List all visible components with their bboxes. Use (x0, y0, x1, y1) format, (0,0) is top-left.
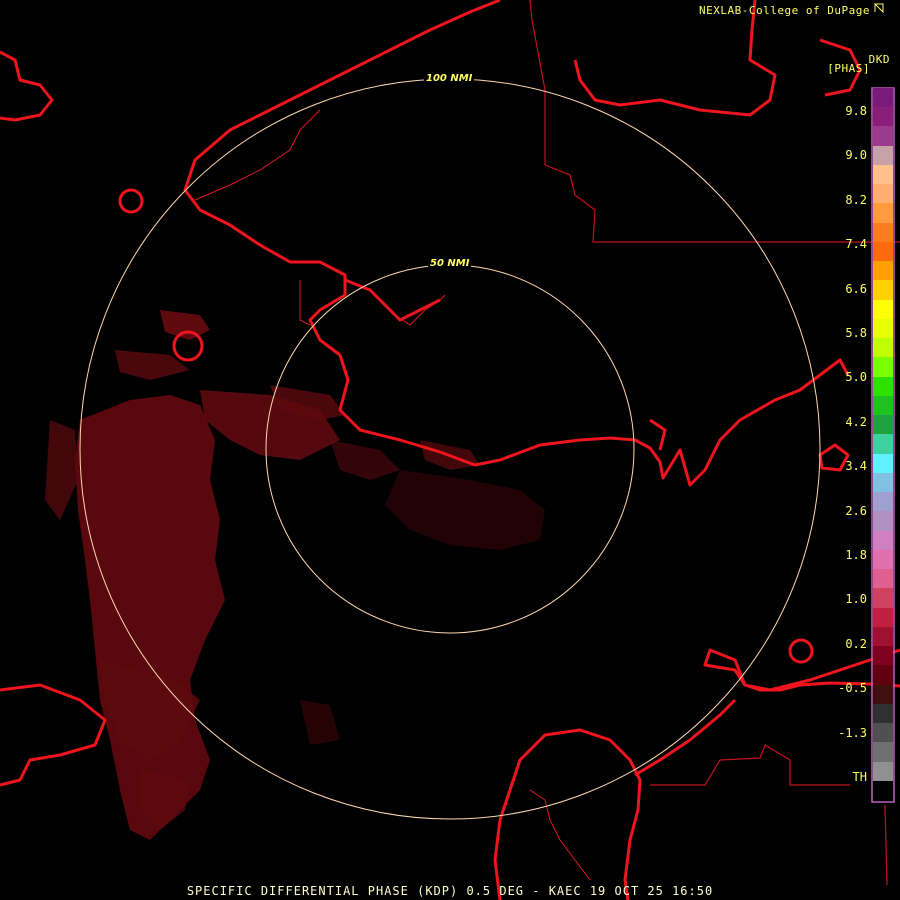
legend-tick-label: 4.2 (845, 414, 867, 429)
legend-tick-label: 6.6 (845, 281, 867, 296)
range-ring-label-50: 50 NMI (428, 258, 472, 269)
legend-tick-label: 0.2 (845, 636, 867, 651)
legend-swatch (873, 376, 893, 397)
legend-swatch (873, 453, 893, 474)
legend-tick-label: TH (852, 770, 867, 784)
legend-tick-label: 9.8 (845, 104, 867, 118)
legend-swatch (873, 357, 893, 378)
legend-swatch (873, 569, 893, 589)
legend-tick-label: 5.8 (845, 326, 867, 340)
legend-tick-label: 3.4 (845, 459, 867, 474)
legend-swatch (873, 761, 893, 782)
legend-tick-label: 7.4 (845, 237, 867, 252)
legend-swatch (873, 241, 893, 262)
legend-swatch (873, 299, 893, 320)
legend-swatch (873, 472, 893, 493)
legend-swatch (873, 626, 893, 647)
legend-swatch (873, 415, 893, 435)
radar-map (0, 0, 900, 900)
legend-tick-label: -1.3 (838, 725, 867, 740)
legend-tick-label: 1.0 (845, 592, 867, 607)
legend-swatch (873, 607, 893, 628)
legend-swatch (873, 145, 893, 166)
legend-swatch (873, 511, 893, 532)
legend-swatch (873, 530, 893, 551)
legend-swatch (873, 203, 893, 224)
legend-swatch (873, 588, 893, 609)
legend-swatch (873, 88, 893, 108)
legend-tick-label: 2.6 (845, 503, 867, 518)
color-legend (873, 88, 893, 801)
legend-swatch (873, 646, 893, 666)
legend-swatch (873, 280, 893, 301)
legend-swatch (873, 338, 893, 358)
legend-tick-label: -0.5 (838, 681, 867, 696)
legend-swatch (873, 549, 893, 570)
legend-tick-label: 9.0 (845, 148, 867, 163)
legend-swatch (873, 703, 893, 724)
units-label: [PHAS] (827, 62, 870, 75)
legend-swatch (873, 222, 893, 243)
product-code: DKD (868, 53, 890, 66)
legend-swatch (873, 184, 893, 204)
legend-swatch (873, 665, 893, 686)
legend-swatch (873, 395, 893, 416)
credit-label: NEXLAB-College of DuPage (699, 4, 870, 17)
legend-swatch (873, 434, 893, 455)
legend-tick-label: 8.2 (845, 192, 867, 207)
legend-swatch (873, 780, 893, 801)
legend-swatch (873, 492, 893, 512)
legend-swatch (873, 126, 893, 147)
legend-swatch (873, 164, 893, 185)
product-caption: SPECIFIC DIFFERENTIAL PHASE (KDP) 0.5 DE… (186, 884, 714, 898)
legend-tick-label: 5.0 (845, 370, 867, 385)
legend-swatch (873, 318, 893, 339)
legend-tick-label: 1.8 (845, 548, 867, 562)
range-ring-label-100: 100 NMI (424, 73, 475, 84)
legend-swatch (873, 742, 893, 762)
legend-swatch (873, 261, 893, 281)
legend-swatch (873, 723, 893, 743)
legend-swatch (873, 107, 893, 127)
corner-arrow-icon[interactable] (874, 3, 884, 13)
legend-swatch (873, 684, 893, 705)
